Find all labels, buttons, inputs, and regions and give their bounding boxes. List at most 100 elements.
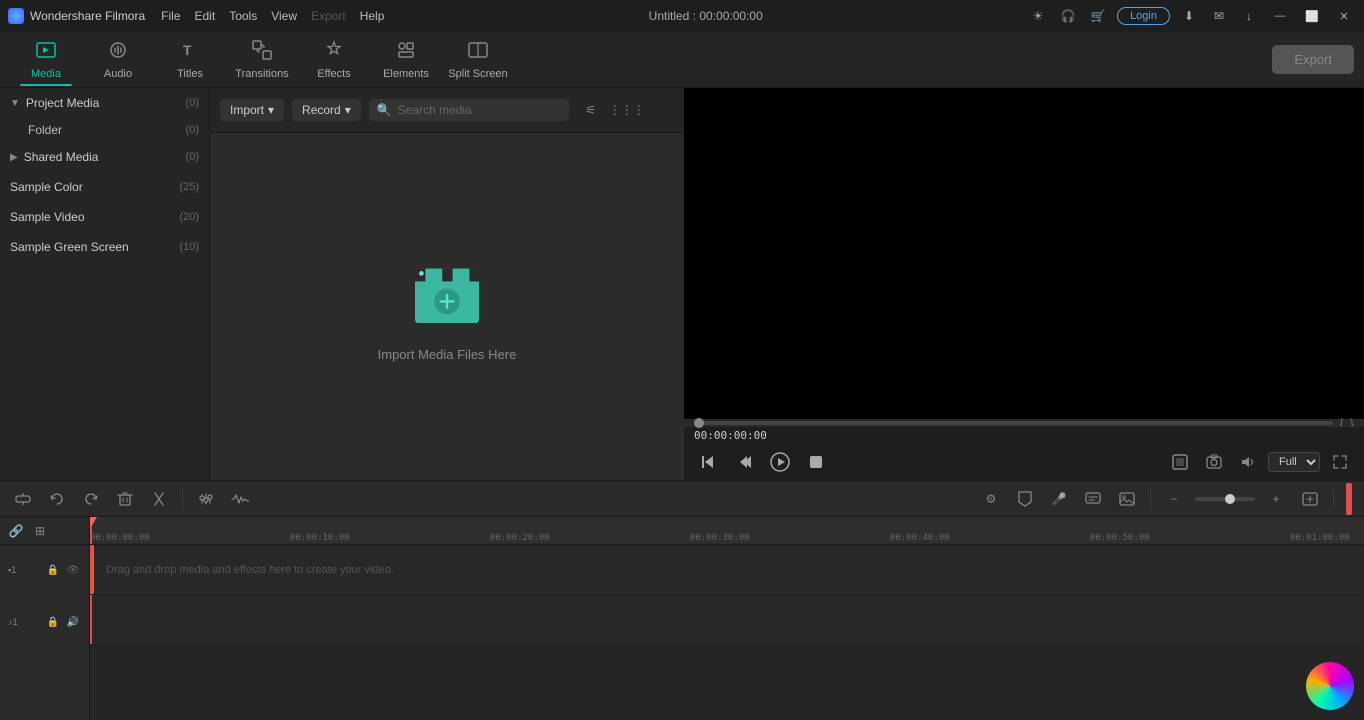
titlebar-left: Wondershare Filmora File Edit Tools View… bbox=[8, 8, 384, 24]
frame-back-button[interactable] bbox=[730, 448, 758, 476]
menu-export[interactable]: Export bbox=[311, 9, 346, 23]
sidebar-section-sample-video-count: (20) bbox=[179, 211, 199, 223]
play-button[interactable] bbox=[766, 448, 794, 476]
titles-tab-icon: T bbox=[179, 39, 201, 66]
theme-icon[interactable]: ☀ bbox=[1027, 5, 1049, 27]
close-button[interactable]: ✕ bbox=[1332, 5, 1356, 27]
tab-titles[interactable]: T Titles bbox=[154, 34, 226, 86]
sidebar-item-folder[interactable]: Folder (0) bbox=[0, 118, 209, 142]
video-playhead bbox=[90, 545, 92, 594]
clip-adjustments-icon[interactable] bbox=[193, 486, 219, 512]
delete-button[interactable] bbox=[112, 486, 138, 512]
tab-splitscreen[interactable]: Split Screen bbox=[442, 34, 514, 86]
zoom-out-icon[interactable]: − bbox=[1161, 486, 1187, 512]
step-back-button[interactable] bbox=[694, 448, 722, 476]
video-track-content[interactable]: Drag and drop media and effects here to … bbox=[90, 545, 1364, 595]
audio-track-label: ♪1 🔒 🔊 bbox=[0, 597, 90, 647]
sidebar-shared-left: ▶ Shared Media bbox=[10, 150, 98, 164]
menu-tools[interactable]: Tools bbox=[229, 9, 257, 23]
audio-mute-icon[interactable]: 🔊 bbox=[65, 614, 81, 630]
grid-options-icon[interactable]: ⋮⋮⋮ bbox=[613, 96, 641, 124]
sidebar-section-project-media[interactable]: ▼ Project Media (0) bbox=[0, 88, 209, 118]
menu-view[interactable]: View bbox=[271, 9, 297, 23]
undo-button[interactable] bbox=[44, 486, 70, 512]
sidebar-section-sample-green-count: (10) bbox=[179, 241, 199, 253]
menu-file[interactable]: File bbox=[161, 9, 180, 23]
fit-to-screen-icon[interactable] bbox=[1166, 448, 1194, 476]
sidebar-sample-video-left: Sample Video bbox=[10, 210, 85, 224]
sidebar-sample-color-left: Sample Color bbox=[10, 180, 83, 194]
tab-audio[interactable]: Audio bbox=[82, 34, 154, 86]
sidebar-section-sample-video[interactable]: Sample Video (20) bbox=[0, 202, 209, 232]
sidebar-section-left: ▼ Project Media bbox=[10, 96, 99, 110]
transitions-tab-label: Transitions bbox=[235, 68, 288, 80]
notification-icon[interactable]: ✉ bbox=[1208, 5, 1230, 27]
zoom-in-icon[interactable]: + bbox=[1263, 486, 1289, 512]
sidebar-section-project-media-label: Project Media bbox=[26, 96, 99, 110]
lock-icon[interactable]: 🔒 bbox=[45, 562, 61, 578]
cart-icon[interactable]: 🛒 bbox=[1087, 5, 1109, 27]
snap-toggle-icon[interactable]: ⊞ bbox=[30, 521, 50, 541]
minimize-button[interactable]: — bbox=[1268, 5, 1292, 27]
clip-marker-icon[interactable] bbox=[1012, 486, 1038, 512]
elements-tab-label: Elements bbox=[383, 68, 429, 80]
quality-select[interactable]: Full 1/2 1/4 1/8 bbox=[1268, 452, 1320, 472]
sidebar-section-sample-color[interactable]: Sample Color (25) bbox=[0, 172, 209, 202]
tab-transitions[interactable]: Transitions bbox=[226, 34, 298, 86]
video-track-num: ▪1 bbox=[8, 565, 16, 575]
export-button[interactable]: Export bbox=[1272, 45, 1354, 74]
headphone-icon[interactable]: 🎧 bbox=[1057, 5, 1079, 27]
effects-tab-icon bbox=[323, 39, 345, 66]
zoom-fit-icon[interactable] bbox=[1297, 486, 1323, 512]
video-track-label: ▪1 🔒 👁 bbox=[0, 545, 90, 595]
ruler-mark-1: 00:00:10:00 bbox=[290, 533, 350, 543]
cut-button[interactable] bbox=[146, 486, 172, 512]
sidebar-section-shared-media[interactable]: ▶ Shared Media (0) bbox=[0, 142, 209, 172]
tab-effects[interactable]: Effects bbox=[298, 34, 370, 86]
thumbnail-icon[interactable] bbox=[1114, 486, 1140, 512]
record-button[interactable]: Record ▾ bbox=[292, 99, 361, 121]
menu-edit[interactable]: Edit bbox=[195, 9, 216, 23]
audio-lock-icon[interactable]: 🔒 bbox=[45, 614, 61, 630]
sidebar-section-sample-green[interactable]: Sample Green Screen (10) bbox=[0, 232, 209, 262]
search-input[interactable] bbox=[398, 103, 561, 117]
download-manager-icon[interactable]: ⬇ bbox=[1178, 5, 1200, 27]
waveform-icon[interactable] bbox=[227, 486, 253, 512]
titles-tab-label: Titles bbox=[177, 68, 203, 80]
login-button[interactable]: Login bbox=[1117, 7, 1170, 25]
import-label: Import bbox=[230, 103, 264, 117]
voice-record-icon[interactable]: 🎤 bbox=[1046, 486, 1072, 512]
add-track-button[interactable] bbox=[10, 486, 36, 512]
record-chevron-icon: ▾ bbox=[345, 103, 351, 117]
stop-button[interactable] bbox=[802, 448, 830, 476]
timeline: ⚙ 🎤 − + bbox=[0, 480, 1364, 720]
filter-icon[interactable]: ⚟ bbox=[577, 96, 605, 124]
menu-help[interactable]: Help bbox=[360, 9, 385, 23]
updates-icon[interactable]: ↓ bbox=[1238, 5, 1260, 27]
audio-tab-label: Audio bbox=[104, 68, 132, 80]
audio-track-content[interactable] bbox=[90, 595, 1364, 645]
volume-icon[interactable] bbox=[1234, 448, 1262, 476]
wondershare-logo bbox=[1306, 662, 1354, 710]
eye-icon[interactable]: 👁 bbox=[65, 562, 81, 578]
toolbar-separator-2 bbox=[1150, 489, 1151, 509]
zoom-slider[interactable] bbox=[1195, 497, 1255, 501]
auto-caption-icon[interactable] bbox=[1080, 486, 1106, 512]
fullscreen-icon[interactable] bbox=[1326, 448, 1354, 476]
link-toggle-icon[interactable]: 🔗 bbox=[6, 521, 26, 541]
redo-button[interactable] bbox=[78, 486, 104, 512]
record-label: Record bbox=[302, 103, 341, 117]
tab-elements[interactable]: Elements bbox=[370, 34, 442, 86]
seekbar-track[interactable] bbox=[694, 421, 1333, 425]
seekbar-handle[interactable] bbox=[694, 418, 704, 428]
timeline-ruler[interactable]: 00:00:00:00 00:00:10:00 00:00:20:00 00:0… bbox=[90, 517, 1364, 545]
import-button[interactable]: Import ▾ bbox=[220, 99, 284, 121]
transitions-tab-icon bbox=[251, 39, 273, 66]
tab-media[interactable]: Media bbox=[10, 34, 82, 86]
snapshot-icon[interactable] bbox=[1200, 448, 1228, 476]
preview-seekbar[interactable]: { } bbox=[684, 419, 1364, 427]
preview-panel: { } 00:00:00:00 bbox=[684, 88, 1364, 480]
timeline-settings-icon[interactable]: ⚙ bbox=[978, 486, 1004, 512]
toolbar-separator-1 bbox=[182, 489, 183, 509]
maximize-button[interactable]: ⬜ bbox=[1300, 5, 1324, 27]
